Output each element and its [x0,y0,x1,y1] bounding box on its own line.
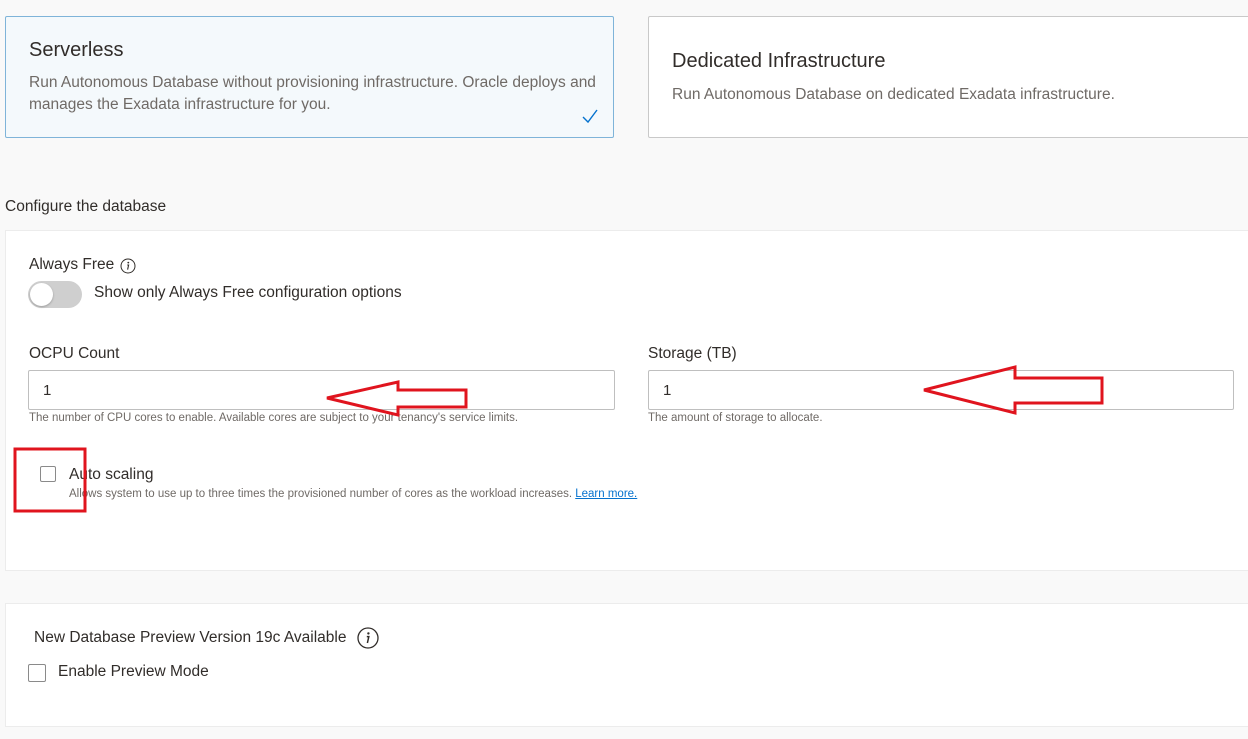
preview-version-panel: New Database Preview Version 19c Availab… [5,603,1248,727]
ocpu-count-label: OCPU Count [29,345,120,362]
enable-preview-mode-label: Enable Preview Mode [58,663,209,680]
serverless-description: Run Autonomous Database without provisio… [29,74,596,113]
auto-scaling-helper: Allows system to use up to three times t… [69,488,637,500]
autonomous-database-form: Serverless Run Autonomous Database witho… [0,0,1248,739]
info-icon[interactable] [120,258,136,274]
info-icon[interactable] [357,627,379,649]
ocpu-count-input[interactable] [28,370,615,410]
storage-helper-text: The amount of storage to allocate. [648,412,823,424]
serverless-title: Serverless [29,39,124,61]
serverless-option-card[interactable]: Serverless Run Autonomous Database witho… [5,16,614,138]
dedicated-title: Dedicated Infrastructure [672,50,886,72]
ocpu-helper-text: The number of CPU cores to enable. Avail… [29,412,519,424]
always-free-toggle-label: Show only Always Free configuration opti… [94,284,402,301]
learn-more-link[interactable]: Learn more. [575,488,637,500]
always-free-toggle[interactable] [28,281,82,308]
toggle-knob [30,283,53,306]
checkmark-icon [582,109,598,124]
preview-title: New Database Preview Version 19c Availab… [34,629,347,646]
always-free-label: Always Free [29,256,115,273]
configure-database-panel: Always Free Show only Always Free config… [5,230,1248,571]
auto-scaling-checkbox[interactable] [40,466,56,482]
dedicated-infrastructure-option-card[interactable]: Dedicated Infrastructure Run Autonomous … [648,16,1248,138]
storage-input[interactable] [648,370,1234,410]
configure-section-label: Configure the database [5,198,167,215]
enable-preview-mode-checkbox[interactable] [28,664,46,682]
auto-scaling-helper-text: Allows system to use up to three times t… [69,488,573,500]
auto-scaling-label: Auto scaling [69,466,154,483]
storage-label: Storage (TB) [648,345,737,362]
dedicated-description: Run Autonomous Database on dedicated Exa… [672,86,1115,103]
